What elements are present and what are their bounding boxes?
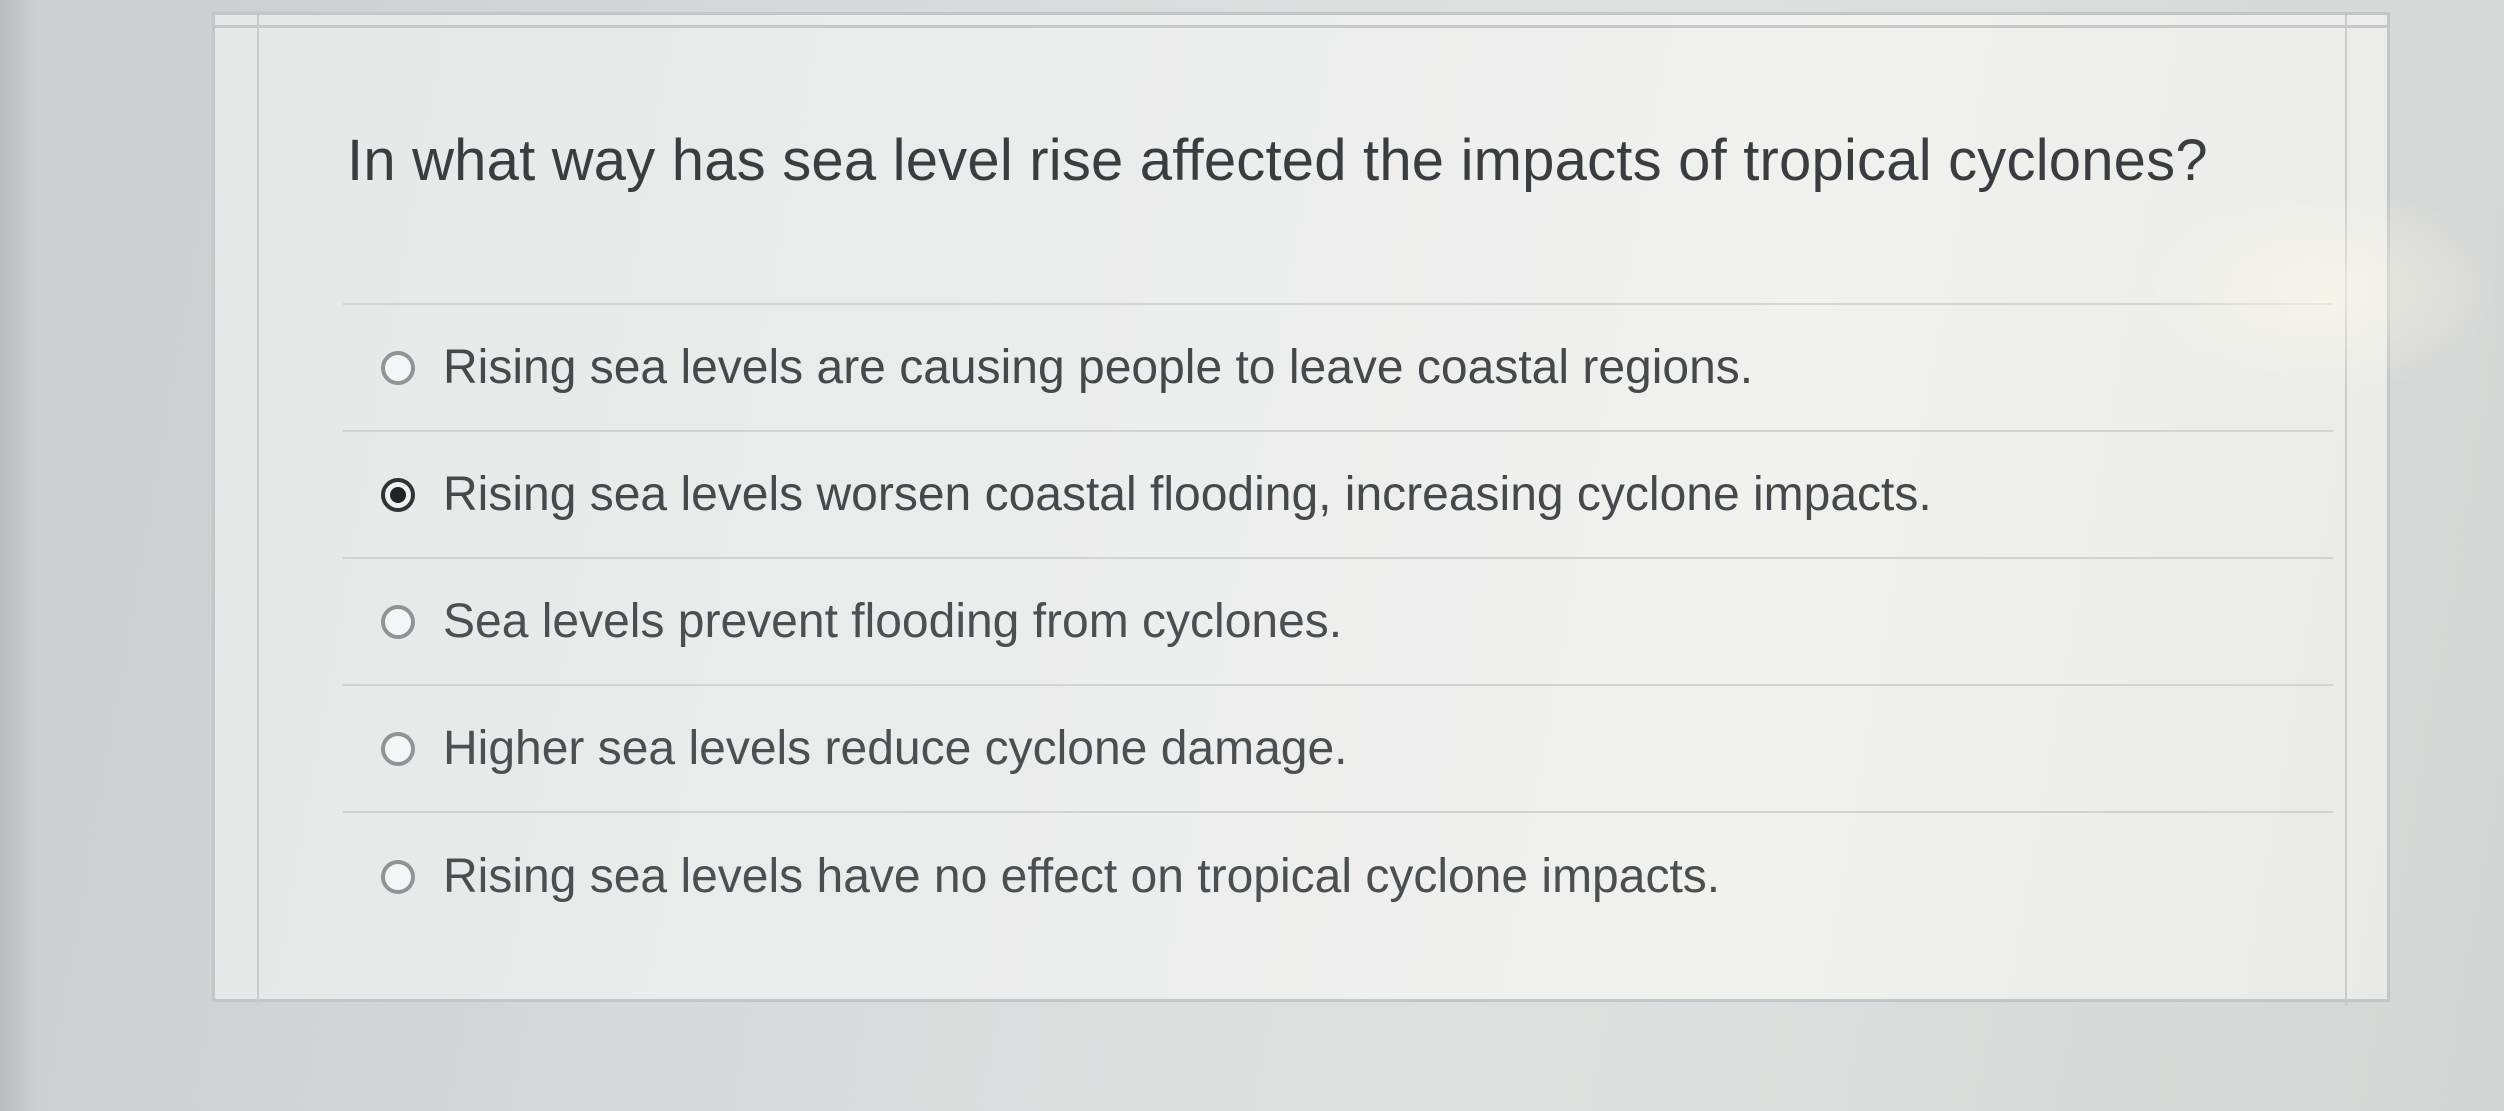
radio-button-unselected-icon[interactable] bbox=[381, 731, 415, 766]
question-text: In what way has sea level rise affected … bbox=[347, 128, 2208, 193]
answer-options: Rising sea levels are causing people to … bbox=[343, 305, 2333, 940]
radio-button-unselected-icon[interactable] bbox=[381, 350, 415, 385]
window-edge bbox=[0, 0, 40, 1111]
answer-option-label: Sea levels prevent flooding from cyclone… bbox=[443, 595, 1343, 648]
answer-option-5[interactable]: Rising sea levels have no effect on trop… bbox=[343, 813, 2333, 940]
question-card: In what way has sea level rise affected … bbox=[212, 12, 2504, 1005]
radio-button-unselected-icon[interactable] bbox=[381, 604, 415, 639]
answer-option-3[interactable]: Sea levels prevent flooding from cyclone… bbox=[343, 559, 2333, 686]
radio-button-unselected-icon[interactable] bbox=[381, 859, 415, 894]
answer-option-label: Rising sea levels have no effect on trop… bbox=[443, 850, 1721, 903]
answer-option-label: Rising sea levels worsen coastal floodin… bbox=[443, 468, 1932, 521]
radio-button-selected-icon[interactable] bbox=[381, 477, 415, 512]
answer-option-1[interactable]: Rising sea levels are causing people to … bbox=[343, 305, 2333, 432]
answer-option-label: Higher sea levels reduce cyclone damage. bbox=[443, 722, 1348, 775]
question-panel: In what way has sea level rise affected … bbox=[257, 15, 2347, 1005]
answer-option-2[interactable]: Rising sea levels worsen coastal floodin… bbox=[343, 432, 2333, 559]
answer-option-label: Rising sea levels are causing people to … bbox=[443, 341, 1754, 394]
answer-option-4[interactable]: Higher sea levels reduce cyclone damage. bbox=[343, 686, 2333, 813]
